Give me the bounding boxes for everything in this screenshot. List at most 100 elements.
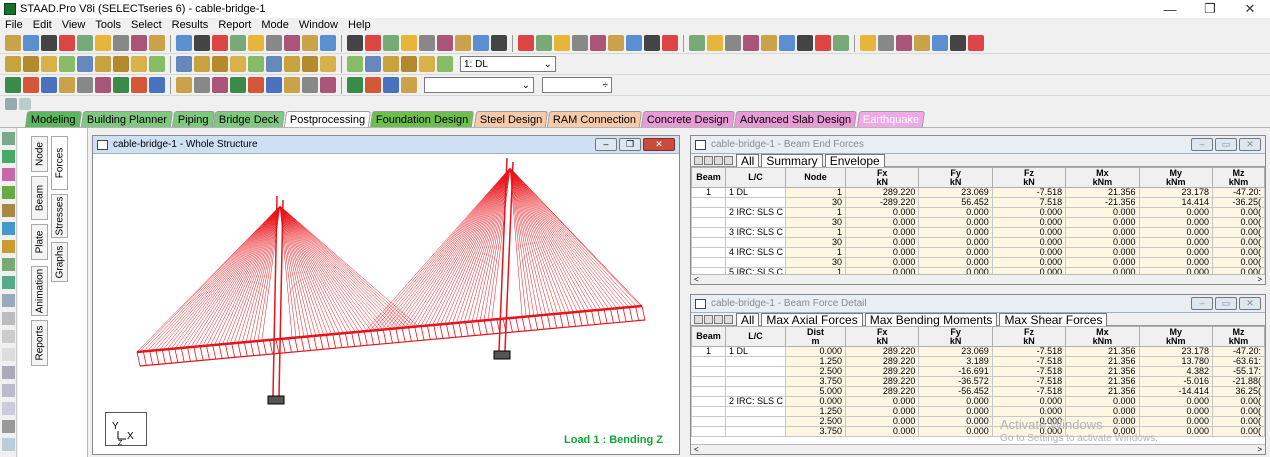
close-button[interactable]: ✕: [1230, 1, 1270, 17]
column-header[interactable]: Fx kN: [844, 326, 920, 347]
toolbar-tool-icon[interactable]: [266, 56, 282, 72]
tab-reports[interactable]: Reports: [31, 320, 48, 366]
toolbar-tool-icon[interactable]: [365, 77, 381, 93]
structure-viewport[interactable]: cable-bridge-1 - Whole Structure – ❐ ✕ Y…: [92, 135, 680, 455]
toolbar-tool-icon[interactable]: [212, 56, 228, 72]
minimize-button[interactable]: —: [1150, 2, 1190, 17]
toolbar-tool-icon[interactable]: [95, 56, 111, 72]
table-row[interactable]: 3 IRC: SLS C 1 0.000 0.000 0.000 0.000 0.000 0.…: [691, 227, 1265, 238]
toolbar-tool-icon[interactable]: [455, 35, 471, 51]
table-row[interactable]: 4 IRC: SLS C 1 0.000 0.000 0.000 0.000 0.000 0.…: [691, 247, 1265, 258]
toolbar-tool-icon[interactable]: [194, 35, 210, 51]
tool-icon[interactable]: [2, 348, 15, 361]
table-row[interactable]: 2.500 289.220 -16.691 -7.518 21.356 4.382 -55.…: [691, 366, 1265, 377]
toolbar-tool-icon[interactable]: [383, 77, 399, 93]
viewport-restore-button[interactable]: ❐: [619, 138, 641, 151]
prev-icon[interactable]: [704, 314, 713, 324]
tab-summary[interactable]: Summary: [761, 153, 823, 167]
column-header[interactable]: Mx kNm: [1065, 167, 1140, 188]
tool-icon[interactable]: [2, 312, 15, 325]
toolbar-tool-icon[interactable]: [284, 77, 300, 93]
tab-plate[interactable]: Plate: [31, 224, 48, 260]
menu-report[interactable]: Report: [213, 19, 256, 31]
viewport-minimize-button[interactable]: –: [595, 138, 617, 151]
table-restore-button[interactable]: ▭: [1215, 138, 1237, 151]
horizontal-scrollbar[interactable]: < >: [691, 444, 1265, 454]
page-tab-foundation-design[interactable]: Foundation Design: [370, 111, 475, 127]
menu-edit[interactable]: Edit: [28, 19, 57, 31]
toolbar-tool-icon[interactable]: [365, 56, 381, 72]
tab-all[interactable]: All: [736, 312, 760, 326]
toolbar-tool-icon[interactable]: [932, 35, 948, 51]
maximize-button[interactable]: ❐: [1190, 1, 1230, 17]
toolbar-tool-icon[interactable]: [797, 35, 813, 51]
column-header[interactable]: Node: [785, 167, 846, 188]
toolbar-tool-icon[interactable]: [248, 56, 264, 72]
tab-graphs[interactable]: Graphs: [51, 242, 68, 282]
column-header[interactable]: Dist m: [785, 326, 846, 347]
cursor-icon[interactable]: [5, 97, 17, 110]
tool-icon[interactable]: [2, 276, 15, 289]
toolbar-tool-icon[interactable]: [266, 35, 282, 51]
toolbar-tool-icon[interactable]: [248, 35, 264, 51]
tool-icon[interactable]: [2, 258, 15, 271]
first-icon[interactable]: [694, 314, 703, 324]
toolbar-tool-icon[interactable]: [761, 35, 777, 51]
beam-end-forces-window[interactable]: cable-bridge-1 - Beam End Forces – ▭ ✕ A…: [690, 135, 1266, 285]
toolbar-tool-icon[interactable]: [176, 35, 192, 51]
toolbar-tool-icon[interactable]: [473, 35, 489, 51]
toolbar-tool-icon[interactable]: [113, 56, 129, 72]
toolbar-tool-icon[interactable]: [284, 56, 300, 72]
toolbar-tool-icon[interactable]: [176, 56, 192, 72]
menu-results[interactable]: Results: [167, 19, 214, 31]
toolbar-tool-icon[interactable]: [554, 35, 570, 51]
toolbar-tool-icon[interactable]: [815, 35, 831, 51]
tab-animation[interactable]: Animation: [31, 266, 48, 316]
toolbar-tool-icon[interactable]: [149, 35, 165, 51]
toolbar-tool-icon[interactable]: [302, 77, 318, 93]
toolbar-tool-icon[interactable]: [23, 77, 39, 93]
table-row[interactable]: 3.750 0.000 0.000 0.000 0.000 0.000 0.00(: [691, 426, 1265, 437]
toolbar-tool-icon[interactable]: [248, 77, 264, 93]
toolbar-tool-icon[interactable]: [608, 35, 624, 51]
tool-icon[interactable]: [2, 186, 15, 199]
column-header[interactable]: Mz kNm: [1212, 326, 1265, 347]
menu-help[interactable]: Help: [343, 19, 376, 31]
table-row[interactable]: 11 DL 0.000 289.220 23.069 -7.518 21.356 23.17…: [691, 346, 1265, 357]
toolbar-tool-icon[interactable]: [302, 35, 318, 51]
toolbar-tool-icon[interactable]: [149, 77, 165, 93]
toolbar-tool-icon[interactable]: [779, 35, 795, 51]
toolbar-tool-icon[interactable]: [5, 77, 21, 93]
table-restore-button[interactable]: ▭: [1215, 297, 1237, 310]
column-header[interactable]: Beam: [691, 167, 726, 188]
toolbar-tool-icon[interactable]: [437, 35, 453, 51]
table-close-button[interactable]: ✕: [1239, 138, 1261, 151]
table-row[interactable]: 1.250 0.000 0.000 0.000 0.000 0.000 0.00(: [691, 406, 1265, 417]
table-minimize-button[interactable]: –: [1191, 297, 1213, 310]
toolbar-tool-icon[interactable]: [518, 35, 534, 51]
prev-icon[interactable]: [704, 155, 713, 165]
toolbar-tool-icon[interactable]: [131, 35, 147, 51]
column-header[interactable]: My kNm: [1138, 167, 1214, 188]
column-header[interactable]: Fz kN: [991, 167, 1067, 188]
page-tab-building-planner[interactable]: Building Planner: [80, 111, 173, 127]
toolbar-tool-icon[interactable]: [77, 56, 93, 72]
table-row[interactable]: 2.500 0.000 0.000 0.000 0.000 0.000 0.00(: [691, 416, 1265, 427]
toolbar-tool-icon[interactable]: [860, 35, 876, 51]
table-minimize-button[interactable]: –: [1191, 138, 1213, 151]
toolbar-tool-icon[interactable]: [230, 35, 246, 51]
toolbar-tool-icon[interactable]: [347, 56, 363, 72]
toolbar-tool-icon[interactable]: [194, 77, 210, 93]
page-tab-piping[interactable]: Piping: [171, 111, 215, 127]
toolbar-tool-icon[interactable]: [41, 77, 57, 93]
toolbar-tool-icon[interactable]: [230, 77, 246, 93]
bridge-model-canvas[interactable]: Y X Z Load 1 : Bending Z: [97, 156, 673, 452]
toolbar-tool-icon[interactable]: [536, 35, 552, 51]
value-spin-input[interactable]: ÷: [542, 77, 612, 93]
table-close-button[interactable]: ✕: [1239, 297, 1261, 310]
last-icon[interactable]: [724, 314, 733, 324]
column-header[interactable]: Fx kN: [844, 167, 920, 188]
toolbar-tool-icon[interactable]: [419, 56, 435, 72]
toolbar-tool-icon[interactable]: [23, 56, 39, 72]
toolbar-tool-icon[interactable]: [725, 35, 741, 51]
